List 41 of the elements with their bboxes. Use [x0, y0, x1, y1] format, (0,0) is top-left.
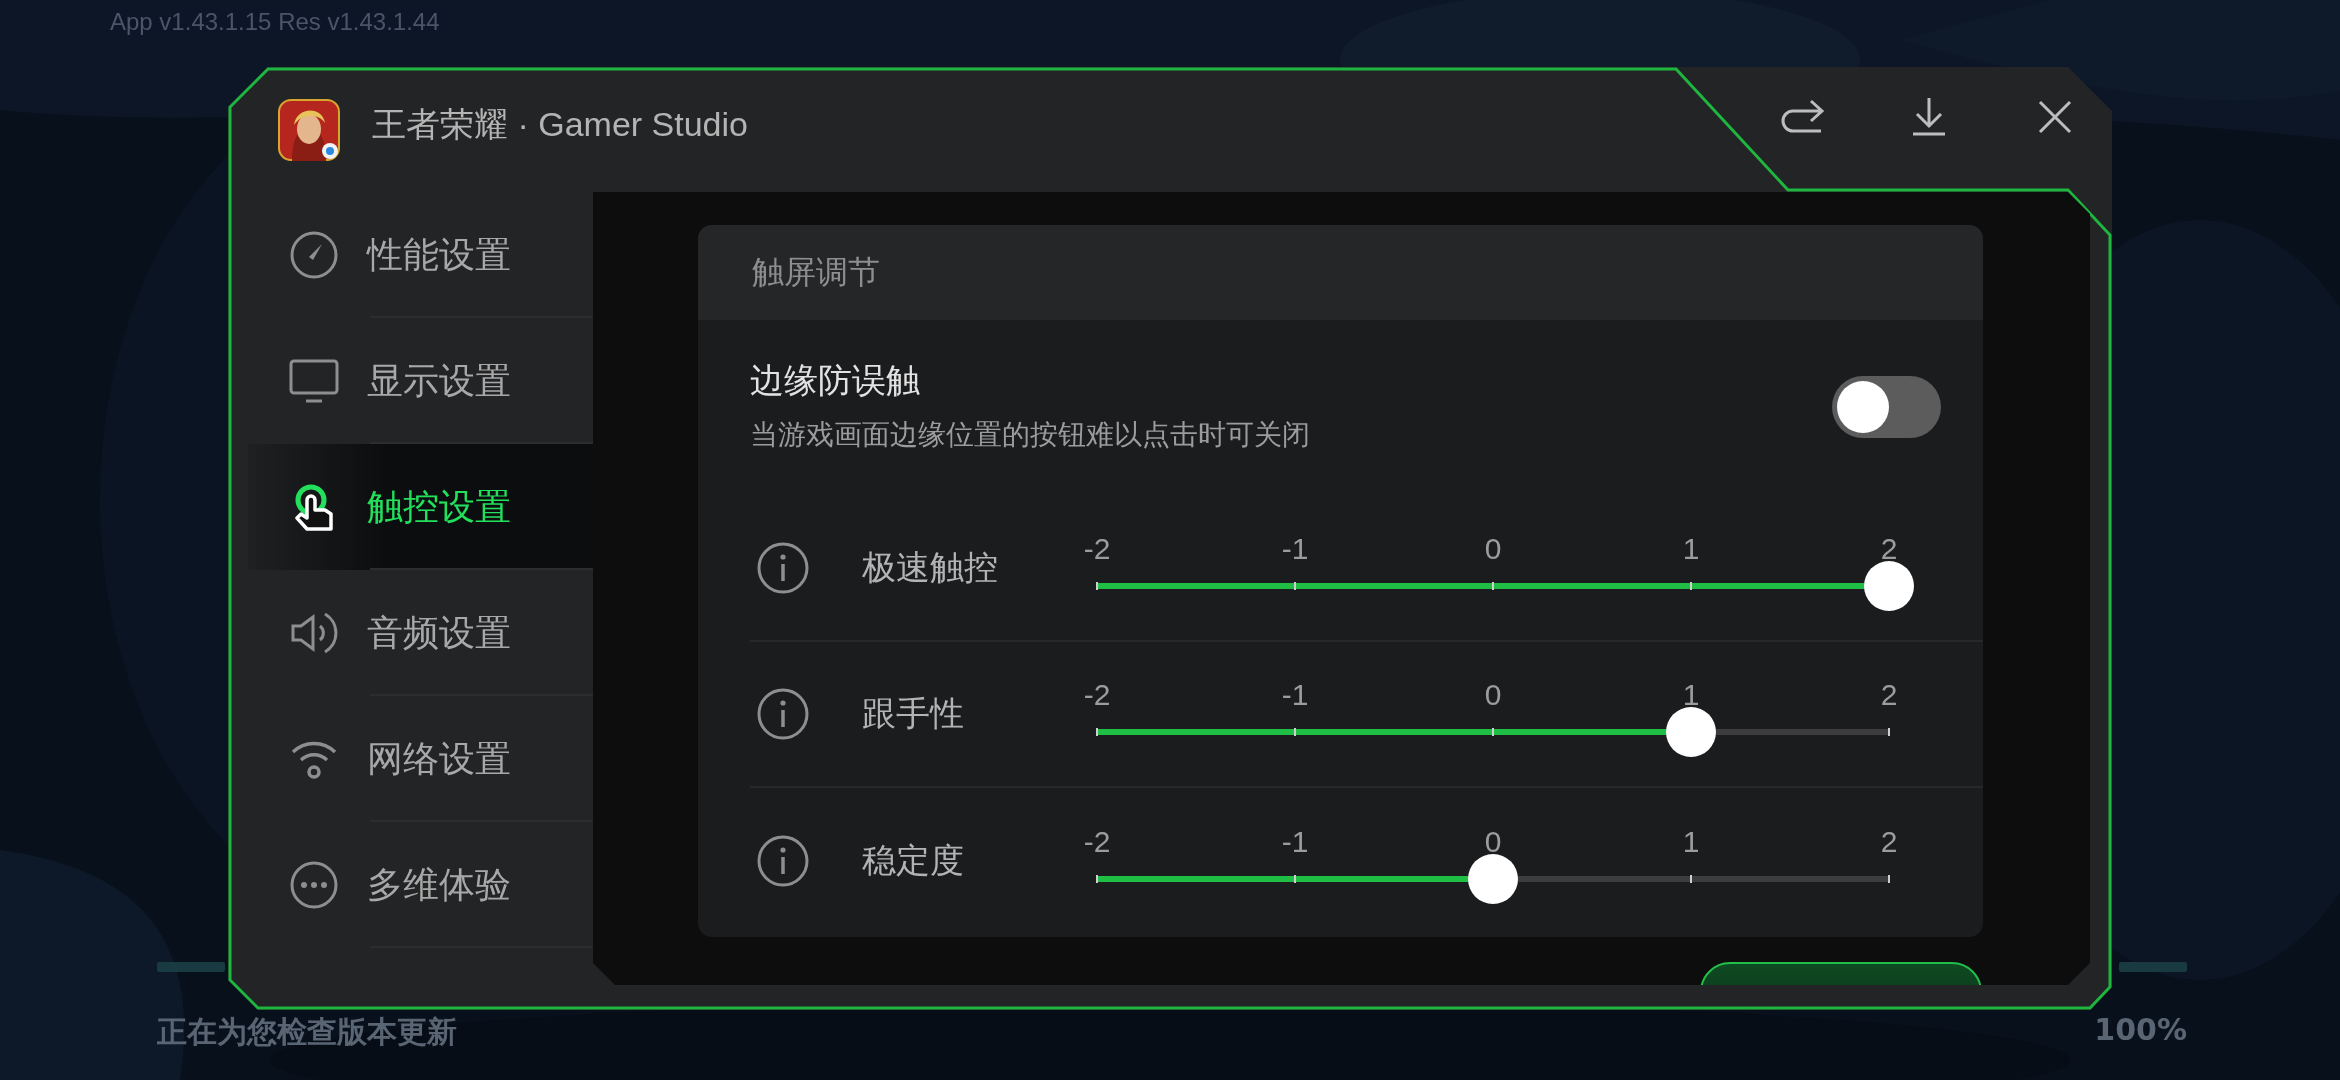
sidebar-item[interactable]: 多维体验 — [248, 822, 593, 948]
progress-bar-segment — [2119, 962, 2187, 972]
slider-thumb[interactable] — [1468, 854, 1518, 904]
slider-thumb[interactable] — [1666, 707, 1716, 757]
tick-label: 2 — [1880, 825, 1898, 859]
app-icon — [278, 98, 340, 161]
section-title: 触屏调节 — [752, 251, 880, 293]
more-icon — [289, 860, 339, 910]
tick-label: 2 — [1880, 532, 1898, 566]
tick-label: 2 — [1880, 678, 1898, 712]
tick-label: 0 — [1484, 532, 1502, 566]
tick-label: 1 — [1682, 678, 1700, 712]
sidebar-item[interactable]: 性能设置 — [248, 192, 593, 318]
tick-label: 1 — [1682, 532, 1700, 566]
close-icon — [2037, 99, 2073, 135]
tick-label: -1 — [1281, 532, 1309, 566]
sidebar-item[interactable]: 显示设置 — [248, 318, 593, 444]
tick-label: -1 — [1281, 678, 1309, 712]
status-text: 正在为您检查版本更新 — [157, 1013, 457, 1051]
sidebar-item[interactable]: 网络设置 — [248, 696, 593, 822]
slider-thumb[interactable] — [1864, 561, 1914, 611]
info-icon[interactable] — [757, 688, 809, 740]
version-text: App v1.43.1.15 Res v1.43.1.44 — [110, 8, 440, 36]
setting-description: 当游戏画面边缘位置的按钮难以点击时可关闭 — [750, 417, 1310, 453]
tick-label: -2 — [1083, 825, 1111, 859]
tick-label: 0 — [1484, 825, 1502, 859]
window-title: 王者荣耀 · Gamer Studio — [372, 103, 748, 145]
gauge-icon — [289, 230, 339, 280]
tick-label: -2 — [1083, 678, 1111, 712]
info-icon[interactable] — [757, 835, 809, 887]
sidebar-item[interactable]: 触控设置 — [248, 444, 593, 570]
info-icon[interactable] — [757, 542, 809, 594]
share-icon — [1781, 99, 1825, 135]
setting-title: 边缘防误触 — [750, 359, 921, 402]
tick-label: -2 — [1083, 532, 1111, 566]
progress-bar-segment — [157, 962, 225, 972]
tick-label: 0 — [1484, 678, 1502, 712]
tick-label: -1 — [1281, 825, 1309, 859]
tick-label: 1 — [1682, 825, 1700, 859]
progress-percent: 100% — [2094, 1012, 2187, 1049]
sidebar-item[interactable]: 音频设置 — [248, 570, 593, 696]
